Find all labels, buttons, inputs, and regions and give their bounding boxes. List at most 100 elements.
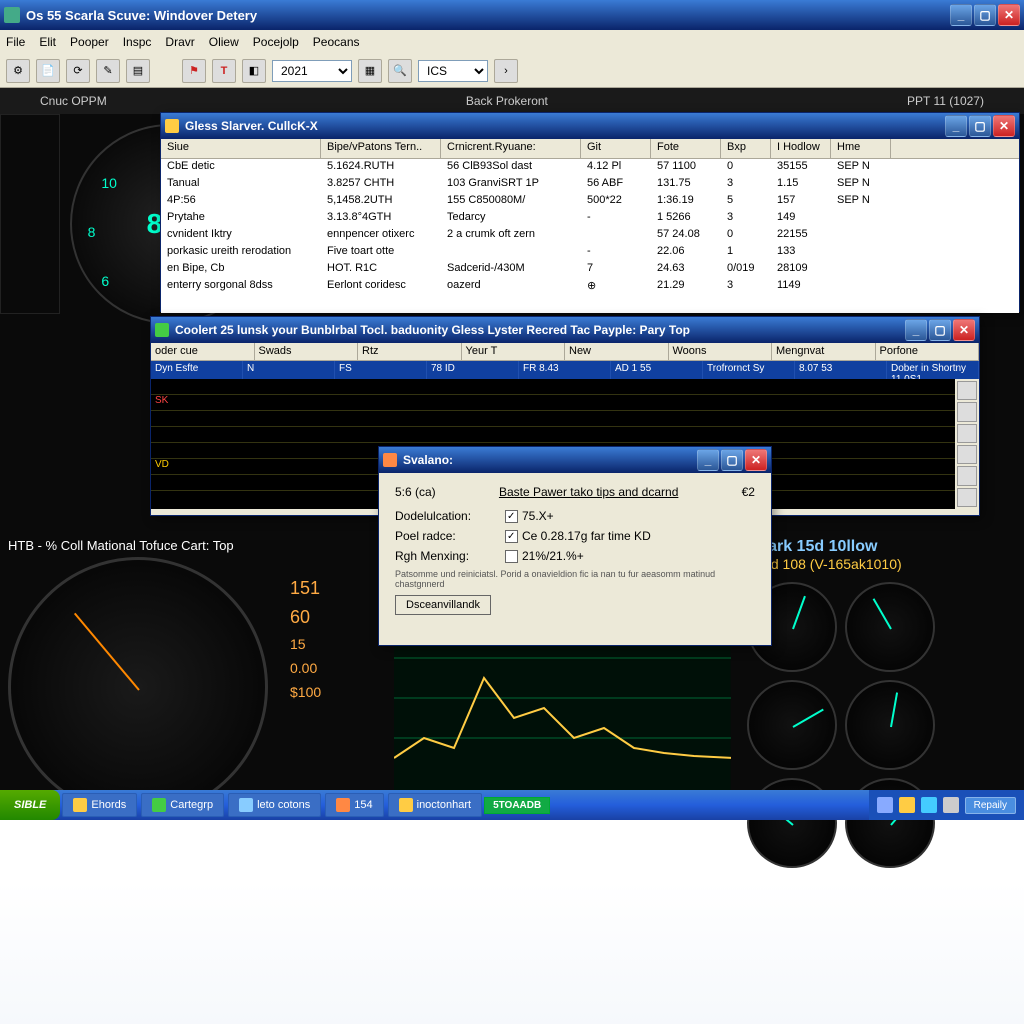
tb-btn-7[interactable]: ▦ xyxy=(358,59,382,83)
dash-left-label: Cnuc OPPM xyxy=(40,94,107,108)
tl-tool-4[interactable] xyxy=(957,445,977,464)
table-row[interactable]: cvnident Iktryennpencer otixerc2 a crumk… xyxy=(161,227,1019,244)
task-item-4[interactable]: 154 xyxy=(325,793,383,817)
task-item-2[interactable]: Cartegrp xyxy=(141,793,224,817)
menu-oliew[interactable]: Oliew xyxy=(209,35,239,49)
tb-search-icon[interactable]: 🔍 xyxy=(388,59,412,83)
left-gauge-section: HTB - % Coll Mational Tofuce Cart: Top 1… xyxy=(0,530,386,820)
tlh-1[interactable]: Swads xyxy=(255,343,359,360)
tb-btn-4[interactable]: ✎ xyxy=(96,59,120,83)
main-titlebar[interactable]: Os 55 Scarla Scuve: Windover Detery _ ▢ … xyxy=(0,0,1024,30)
tb-btn-t[interactable]: T xyxy=(212,59,236,83)
dialog-top-right: €2 xyxy=(742,485,755,499)
close-button[interactable]: ✕ xyxy=(998,4,1020,26)
tb-btn-flag[interactable]: ⚑ xyxy=(182,59,206,83)
dialog-minimize-button[interactable]: _ xyxy=(697,449,719,471)
table-row[interactable]: en Bipe, CbHOT. R1CSadcerid-/430M724.630… xyxy=(161,261,1019,278)
dlg-check-2[interactable] xyxy=(505,530,518,543)
tray-icon-1[interactable] xyxy=(877,797,893,813)
dash-right-label: PPT 11 (1027) xyxy=(907,94,984,108)
col-hodlow[interactable]: I Hodlow xyxy=(771,139,831,158)
dialog-titlebar[interactable]: Svalano: _ ▢ ✕ xyxy=(379,447,771,473)
tl-tool-5[interactable] xyxy=(957,466,977,485)
dlg-check-1[interactable] xyxy=(505,510,518,523)
tl-tool-3[interactable] xyxy=(957,424,977,443)
tlh-2[interactable]: Rtz xyxy=(358,343,462,360)
tlh-7[interactable]: Porfone xyxy=(876,343,980,360)
readout-3: 15 xyxy=(290,636,321,652)
tl-tool-2[interactable] xyxy=(957,402,977,421)
menu-pocejolp[interactable]: Pocejolp xyxy=(253,35,299,49)
col-bipe[interactable]: Bipe/vPatons Tern.. xyxy=(321,139,441,158)
tlh-6[interactable]: Mengnvat xyxy=(772,343,876,360)
timeline-minimize-button[interactable]: _ xyxy=(905,319,927,341)
dialog-top-left: 5:6 (ca) xyxy=(395,485,436,499)
dialog-action-button[interactable]: Dsceanvillandk xyxy=(395,595,491,615)
dialog-close-button[interactable]: ✕ xyxy=(745,449,767,471)
menu-edit[interactable]: Elit xyxy=(39,35,56,49)
tray-badge: 5TOAADB xyxy=(484,797,550,814)
dialog-window: Svalano: _ ▢ ✕ 5:6 (ca) Baste Pawer tako… xyxy=(378,446,772,646)
table-window-icon xyxy=(165,119,179,133)
dlg-label-2: Poel radce: xyxy=(395,529,505,543)
col-hme[interactable]: Hme xyxy=(831,139,891,158)
table-maximize-button[interactable]: ▢ xyxy=(969,115,991,137)
col-git[interactable]: Git xyxy=(581,139,651,158)
ics-select[interactable]: ICS xyxy=(418,60,488,82)
menu-inspc[interactable]: Inspc xyxy=(123,35,152,49)
task-item-3[interactable]: leto cotons xyxy=(228,793,321,817)
tray-icon-3[interactable] xyxy=(921,797,937,813)
task-item-5[interactable]: inoctonhart xyxy=(388,793,482,817)
menu-dravr[interactable]: Dravr xyxy=(165,35,194,49)
dlg-check-3[interactable] xyxy=(505,550,518,563)
start-button[interactable]: SIBLE xyxy=(0,790,60,820)
table-row[interactable]: porkasic ureith rerodationFive toart ott… xyxy=(161,244,1019,261)
tlh-3[interactable]: Yeur T xyxy=(462,343,566,360)
minimize-button[interactable]: _ xyxy=(950,4,972,26)
col-fote[interactable]: Fote xyxy=(651,139,721,158)
tb-btn-5[interactable]: ▤ xyxy=(126,59,150,83)
tl-tool-6[interactable] xyxy=(957,488,977,507)
table-minimize-button[interactable]: _ xyxy=(945,115,967,137)
table-row[interactable]: CbE detic5.1624.RUTH56 ClB93Sol dast4.12… xyxy=(161,159,1019,176)
timeline-titlebar[interactable]: Coolert 25 lunsk your Bunblrbal Tocl. ba… xyxy=(151,317,979,343)
table-titlebar[interactable]: Gless Slarver. CullcK-X _ ▢ ✕ xyxy=(161,113,1019,139)
reflection xyxy=(0,820,1024,1024)
tb-btn-6[interactable]: ◧ xyxy=(242,59,266,83)
tb-btn-1[interactable]: ⚙ xyxy=(6,59,30,83)
tlh-4[interactable]: New xyxy=(565,343,669,360)
table-close-button[interactable]: ✕ xyxy=(993,115,1015,137)
tb-btn-2[interactable]: 📄 xyxy=(36,59,60,83)
right-gauge-section: Boark 15d 10llow Food 108 (V-165ak1010) xyxy=(739,530,1024,820)
table-row[interactable]: enterry sorgonal 8dssEerlont coridescoaz… xyxy=(161,278,1019,295)
col-bxp[interactable]: Bxp xyxy=(721,139,771,158)
tlh-5[interactable]: Woons xyxy=(669,343,773,360)
tlh-0[interactable]: oder cue xyxy=(151,343,255,360)
year-select[interactable]: 2021 xyxy=(272,60,352,82)
gauge-needle xyxy=(74,613,140,691)
dialog-maximize-button[interactable]: ▢ xyxy=(721,449,743,471)
timeline-window-title: Coolert 25 lunsk your Bunblrbal Tocl. ba… xyxy=(175,323,690,337)
dlg-label-1: Dodelulcation: xyxy=(395,509,505,523)
timeline-maximize-button[interactable]: ▢ xyxy=(929,319,951,341)
dialog-note: Patsomme und reiniciatsl. Porid a onavie… xyxy=(395,569,755,589)
maximize-button[interactable]: ▢ xyxy=(974,4,996,26)
tb-btn-3[interactable]: ⟳ xyxy=(66,59,90,83)
table-row[interactable]: 4P:565,1458.2UTH155 C850080M/500*221:36.… xyxy=(161,193,1019,210)
table-row[interactable]: Tanual3.8257 CHTH103 GranviSRT 1P56 ABF1… xyxy=(161,176,1019,193)
task-item-1[interactable]: Ehords xyxy=(62,793,137,817)
table-row[interactable]: Prytahe3.13.8°4GTHTedarcy-1 52663149 xyxy=(161,210,1019,227)
tray-button[interactable]: Repaily xyxy=(965,797,1016,814)
dlg-label-3: Rgh Menxing: xyxy=(395,549,505,563)
tray-icon-2[interactable] xyxy=(899,797,915,813)
menu-peocans[interactable]: Peocans xyxy=(313,35,360,49)
dialog-link[interactable]: Baste Pawer tako tips and dcarnd xyxy=(499,485,678,499)
menu-pooper[interactable]: Pooper xyxy=(70,35,109,49)
menu-file[interactable]: File xyxy=(6,35,25,49)
timeline-close-button[interactable]: ✕ xyxy=(953,319,975,341)
tl-tool-1[interactable] xyxy=(957,381,977,400)
col-crn[interactable]: Crnicrent.Ryuane: xyxy=(441,139,581,158)
col-siue[interactable]: Siue xyxy=(161,139,321,158)
tb-btn-next[interactable]: › xyxy=(494,59,518,83)
tray-icon-4[interactable] xyxy=(943,797,959,813)
